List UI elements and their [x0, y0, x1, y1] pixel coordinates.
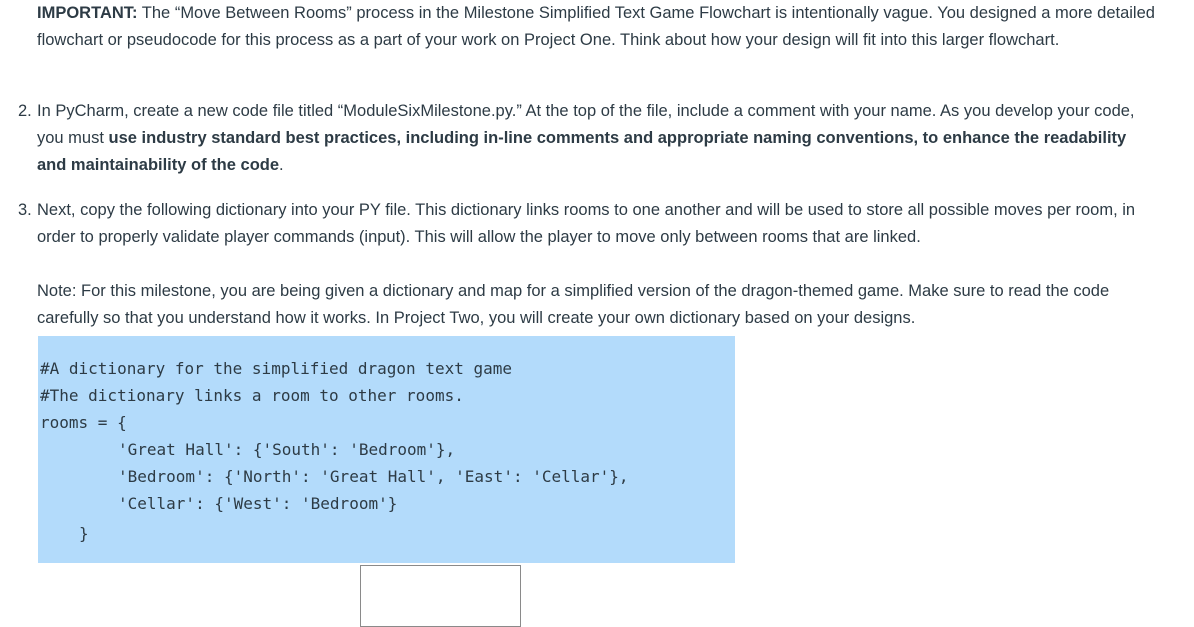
code-line: }: [79, 524, 89, 543]
step-2-text-end: .: [279, 156, 284, 174]
important-label: IMPORTANT:: [37, 4, 138, 22]
step-2: 2. In PyCharm, create a new code file ti…: [18, 98, 1158, 179]
step-2-text-bold: use industry standard best practices, in…: [37, 129, 1127, 174]
code-line: #A dictionary for the simplified dragon …: [40, 359, 513, 378]
step-number: 3.: [18, 201, 32, 219]
milestone-note: Note: For this milestone, you are being …: [37, 282, 1110, 327]
important-note: IMPORTANT: The “Move Between Rooms” proc…: [37, 0, 1157, 54]
image-frame: [360, 565, 521, 627]
code-block: #A dictionary for the simplified dragon …: [38, 336, 735, 563]
code-line: 'Great Hall': {'South': 'Bedroom'},: [118, 440, 456, 459]
code-line: #The dictionary links a room to other ro…: [40, 386, 464, 405]
code-line: 'Bedroom': {'North': 'Great Hall', 'East…: [118, 467, 629, 486]
step-3-text: Next, copy the following dictionary into…: [37, 201, 1136, 246]
important-text: The “Move Between Rooms” process in the …: [37, 4, 1155, 49]
step-number: 2.: [18, 102, 32, 120]
step-3: 3. Next, copy the following dictionary i…: [18, 197, 1158, 251]
step-2-text: In PyCharm, create a new code file title…: [37, 98, 1158, 179]
code-line: rooms = {: [40, 413, 127, 432]
code-line: 'Cellar': {'West': 'Bedroom'}: [118, 494, 398, 513]
